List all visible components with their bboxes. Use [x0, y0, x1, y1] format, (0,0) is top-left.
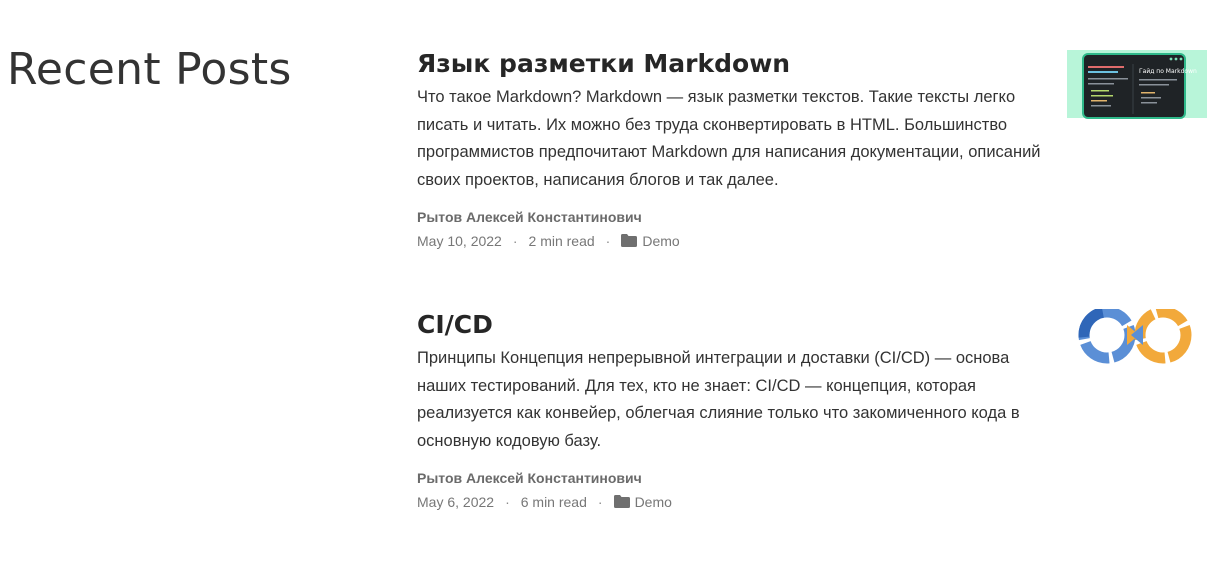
post-date: May 10, 2022 [417, 232, 502, 249]
post-thumbnail[interactable]: Гайд по Markdown [1067, 48, 1207, 120]
post-excerpt: Принципы Концепция непрерывной интеграци… [417, 349, 1020, 451]
meta-separator: · [597, 493, 603, 510]
post-title-link[interactable]: CI/CD [417, 309, 493, 341]
post-title-link[interactable]: Язык разметки Markdown [417, 48, 790, 80]
markdown-guide-thumbnail-icon: Гайд по Markdown [1067, 50, 1207, 119]
post-card: CI/CD Принципы Концепция непрерывной инт… [417, 309, 1207, 510]
post-card: Язык разметки Markdown Что такое Markdow… [417, 48, 1207, 249]
post-excerpt: Что такое Markdown? Markdown — язык разм… [417, 88, 1041, 190]
meta-separator: · [512, 232, 518, 249]
section-title: Recent Posts [7, 44, 292, 95]
post-author: Рытов Алексей Константинович [417, 208, 642, 225]
folder-icon [613, 495, 630, 509]
post-meta: May 6, 2022 · 6 min read · Demo [417, 494, 1207, 510]
post-read-time: 6 min read [520, 493, 587, 510]
meta-separator: · [505, 493, 510, 510]
post-read-time: 2 min read [528, 232, 595, 249]
post-meta: May 10, 2022 · 2 min read · Demo [417, 233, 1207, 249]
meta-separator: · [605, 232, 611, 249]
post-author: Рытов Алексей Константинович [417, 469, 642, 486]
post-category-link[interactable]: Demo [642, 233, 679, 249]
cicd-infinity-loop-icon [1078, 309, 1192, 364]
post-thumbnail[interactable] [1067, 309, 1207, 381]
folder-icon [621, 234, 638, 248]
post-category-link[interactable]: Demo [635, 494, 672, 510]
post-date: May 6, 2022 [417, 493, 495, 510]
thumbnail-caption: Гайд по Markdown [1139, 68, 1197, 75]
